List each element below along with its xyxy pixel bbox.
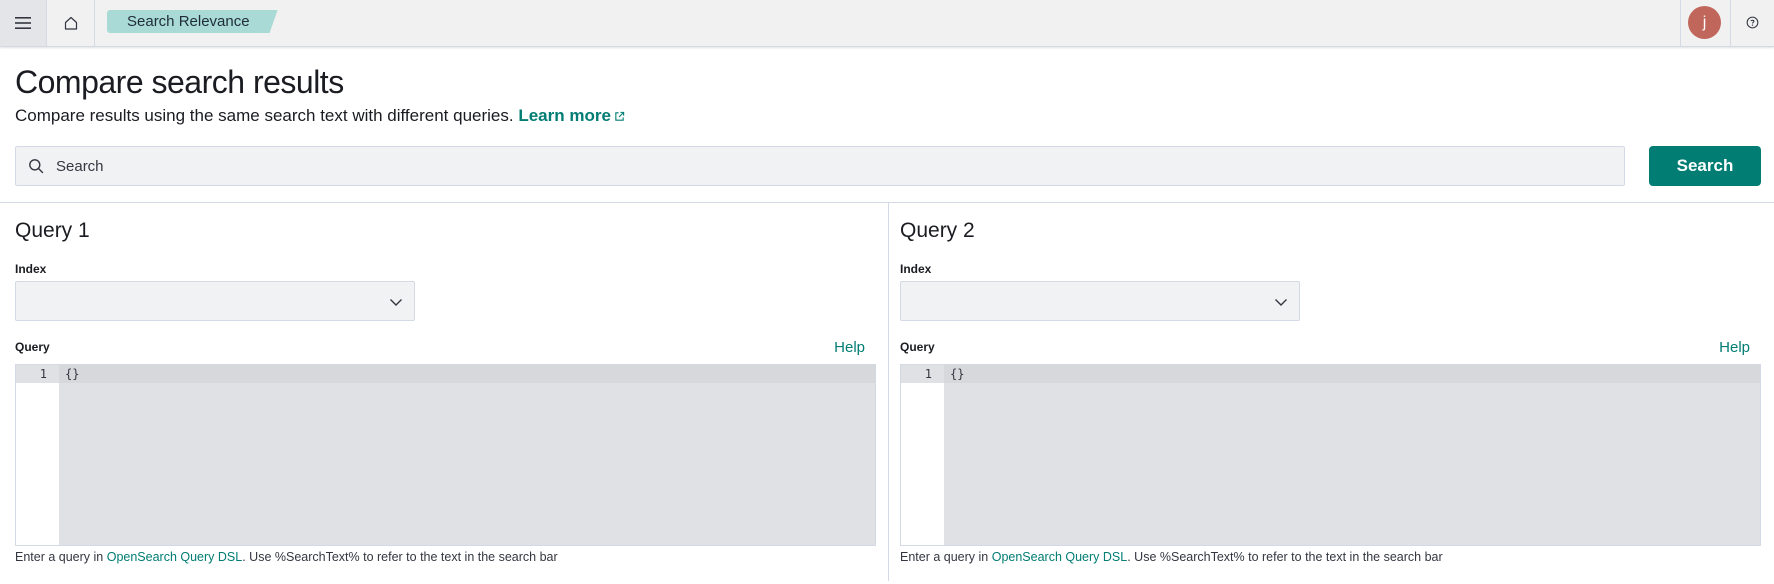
line-number: 1 [924, 367, 932, 381]
gutter-active-line [901, 365, 944, 383]
hint-prefix: Enter a query in [900, 550, 992, 564]
home-icon [64, 16, 77, 30]
query-2-hint: Enter a query in OpenSearch Query DSL. U… [900, 550, 1443, 564]
search-field[interactable] [15, 146, 1625, 186]
search-input[interactable] [56, 157, 1596, 175]
query-1-hint: Enter a query in OpenSearch Query DSL. U… [15, 550, 558, 564]
query-2-help-link[interactable]: Help [1719, 339, 1750, 356]
index-label: Index [900, 262, 932, 276]
page-description-text: Compare results using the same search te… [15, 106, 514, 125]
query-label: Query [900, 340, 935, 354]
query-2-title: Query 2 [900, 219, 975, 242]
editor-active-line [944, 365, 1760, 383]
query-2-index-select[interactable] [900, 281, 1300, 321]
query-dsl-link[interactable]: OpenSearch Query DSL [107, 550, 243, 564]
breadcrumb-search-relevance[interactable]: Search Relevance [107, 10, 278, 33]
search-icon [28, 157, 46, 175]
hint-prefix: Enter a query in [15, 550, 107, 564]
editor-gutter: 1 [901, 365, 944, 545]
menu-button[interactable] [0, 0, 47, 46]
gutter-active-line [16, 365, 59, 383]
query-1-help-link[interactable]: Help [834, 339, 865, 356]
editor-gutter: 1 [16, 365, 59, 545]
top-header: Search Relevance j [0, 0, 1774, 47]
help-circle-icon [1746, 16, 1758, 28]
query-2-code-editor[interactable]: 1 {} [900, 364, 1761, 546]
page-title: Compare search results [15, 64, 344, 100]
query-1-index-select[interactable] [15, 281, 415, 321]
user-avatar[interactable]: j [1688, 6, 1721, 39]
external-link-icon [615, 111, 625, 121]
editor-code-line: {} [950, 367, 965, 381]
line-number: 1 [39, 367, 47, 381]
query-2-panel: Query 2 Index Query Help 1 {} Enter a qu… [885, 203, 1761, 581]
editor-active-line [59, 365, 875, 383]
query-label: Query [15, 340, 50, 354]
chevron-down-icon [1275, 299, 1287, 306]
home-button[interactable] [47, 0, 95, 46]
hamburger-menu-icon [15, 17, 31, 29]
learn-more-label: Learn more [518, 106, 611, 125]
header-divider [1730, 0, 1731, 46]
query-1-title: Query 1 [15, 219, 90, 242]
query-dsl-link[interactable]: OpenSearch Query DSL [992, 550, 1128, 564]
page-description: Compare results using the same search te… [15, 106, 625, 126]
editor-code-line: {} [65, 367, 80, 381]
chevron-down-icon [390, 299, 402, 306]
search-button[interactable]: Search [1649, 146, 1761, 186]
header-divider [1680, 0, 1681, 46]
help-button[interactable] [1744, 14, 1760, 30]
hint-suffix: . Use %SearchText% to refer to the text … [1127, 550, 1443, 564]
learn-more-link[interactable]: Learn more [518, 106, 625, 125]
query-1-panel: Query 1 Index Query Help 1 {} Enter a qu… [0, 203, 876, 581]
query-1-code-editor[interactable]: 1 {} [15, 364, 876, 546]
index-label: Index [15, 262, 47, 276]
hint-suffix: . Use %SearchText% to refer to the text … [242, 550, 558, 564]
